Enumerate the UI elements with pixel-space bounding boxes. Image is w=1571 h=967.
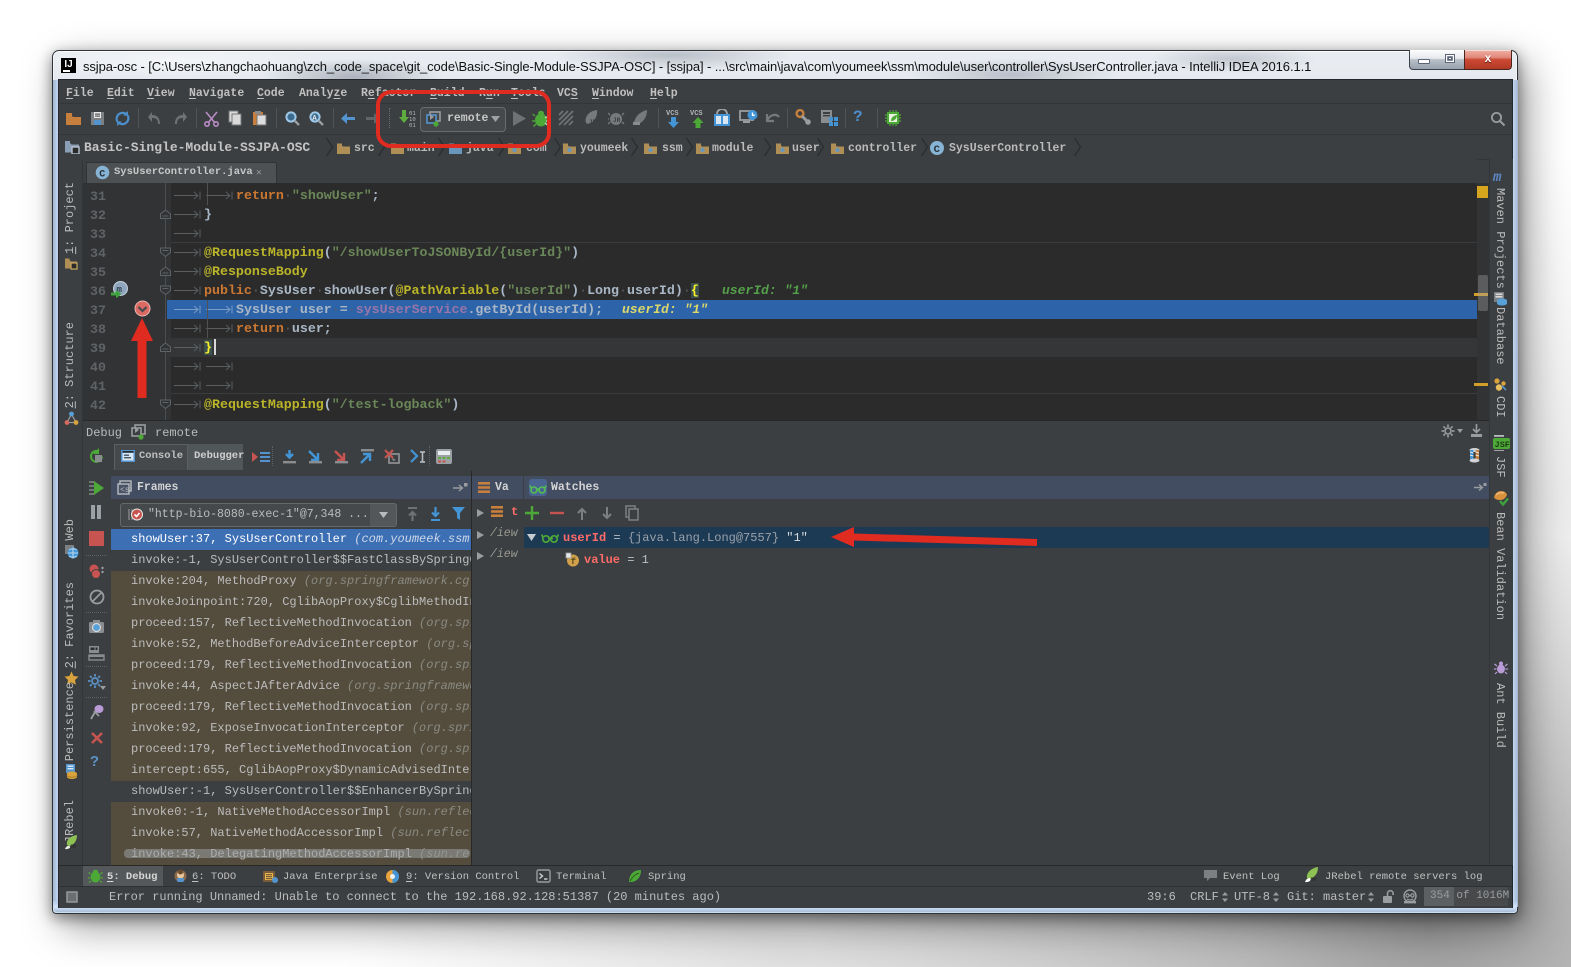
svg-text:JR: JR	[1310, 876, 1317, 883]
svg-text:VCS: VCS	[666, 110, 679, 118]
svg-text:JR: JR	[589, 119, 597, 126]
svg-text:f: f	[571, 557, 576, 567]
svg-text:<s>: <s>	[120, 486, 132, 495]
svg-text:A: A	[312, 115, 317, 123]
svg-text:VCS: VCS	[690, 110, 703, 118]
svg-text:C: C	[934, 144, 941, 156]
svg-text:JSF: JSF	[1495, 440, 1510, 450]
svg-text:JR: JR	[70, 844, 76, 850]
svg-text:C: C	[99, 169, 105, 180]
svg-text:JR: JR	[613, 117, 621, 124]
